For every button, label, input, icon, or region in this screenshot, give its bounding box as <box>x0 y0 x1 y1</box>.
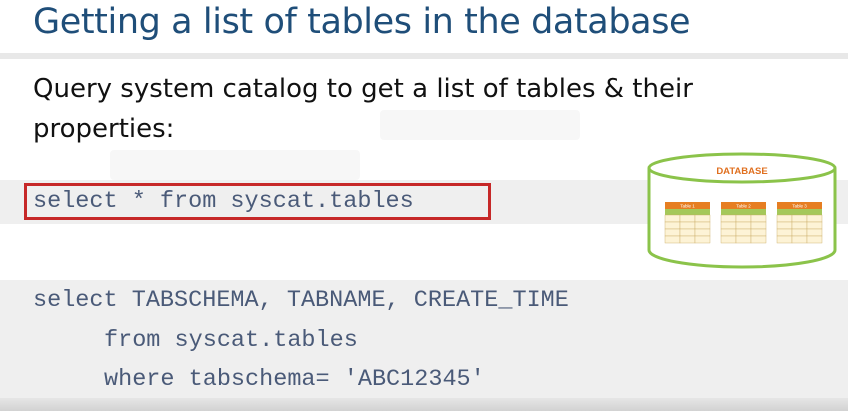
table-2-icon: Table 2 <box>720 202 767 244</box>
slide-title: Getting a list of tables in the database <box>33 2 691 42</box>
code-line-from: from syscat.tables <box>104 327 358 354</box>
slide-subtitle: Query system catalog to get a list of ta… <box>33 74 693 144</box>
bottom-edge <box>0 398 848 411</box>
code-line-select-columns: select TABSCHEMA, TABNAME, CREATE_TIME <box>33 287 569 314</box>
slide: Getting a list of tables in the database… <box>0 0 848 411</box>
code-line-where: where tabschema= 'ABC12345' <box>104 366 485 393</box>
table-2-label: Table 2 <box>736 204 751 209</box>
table-3-label: Table 3 <box>792 204 807 209</box>
table-1-icon: Table 1 <box>664 202 711 244</box>
title-divider <box>0 53 848 59</box>
database-label: DATABASE <box>716 166 767 177</box>
table-3-icon: Table 3 <box>776 202 823 244</box>
highlight-box <box>24 183 491 220</box>
table-1-label: Table 1 <box>680 204 695 209</box>
background-decoration <box>110 150 360 180</box>
database-icon: DATABASE Table 1 Table 2 Table 3 <box>647 152 837 269</box>
